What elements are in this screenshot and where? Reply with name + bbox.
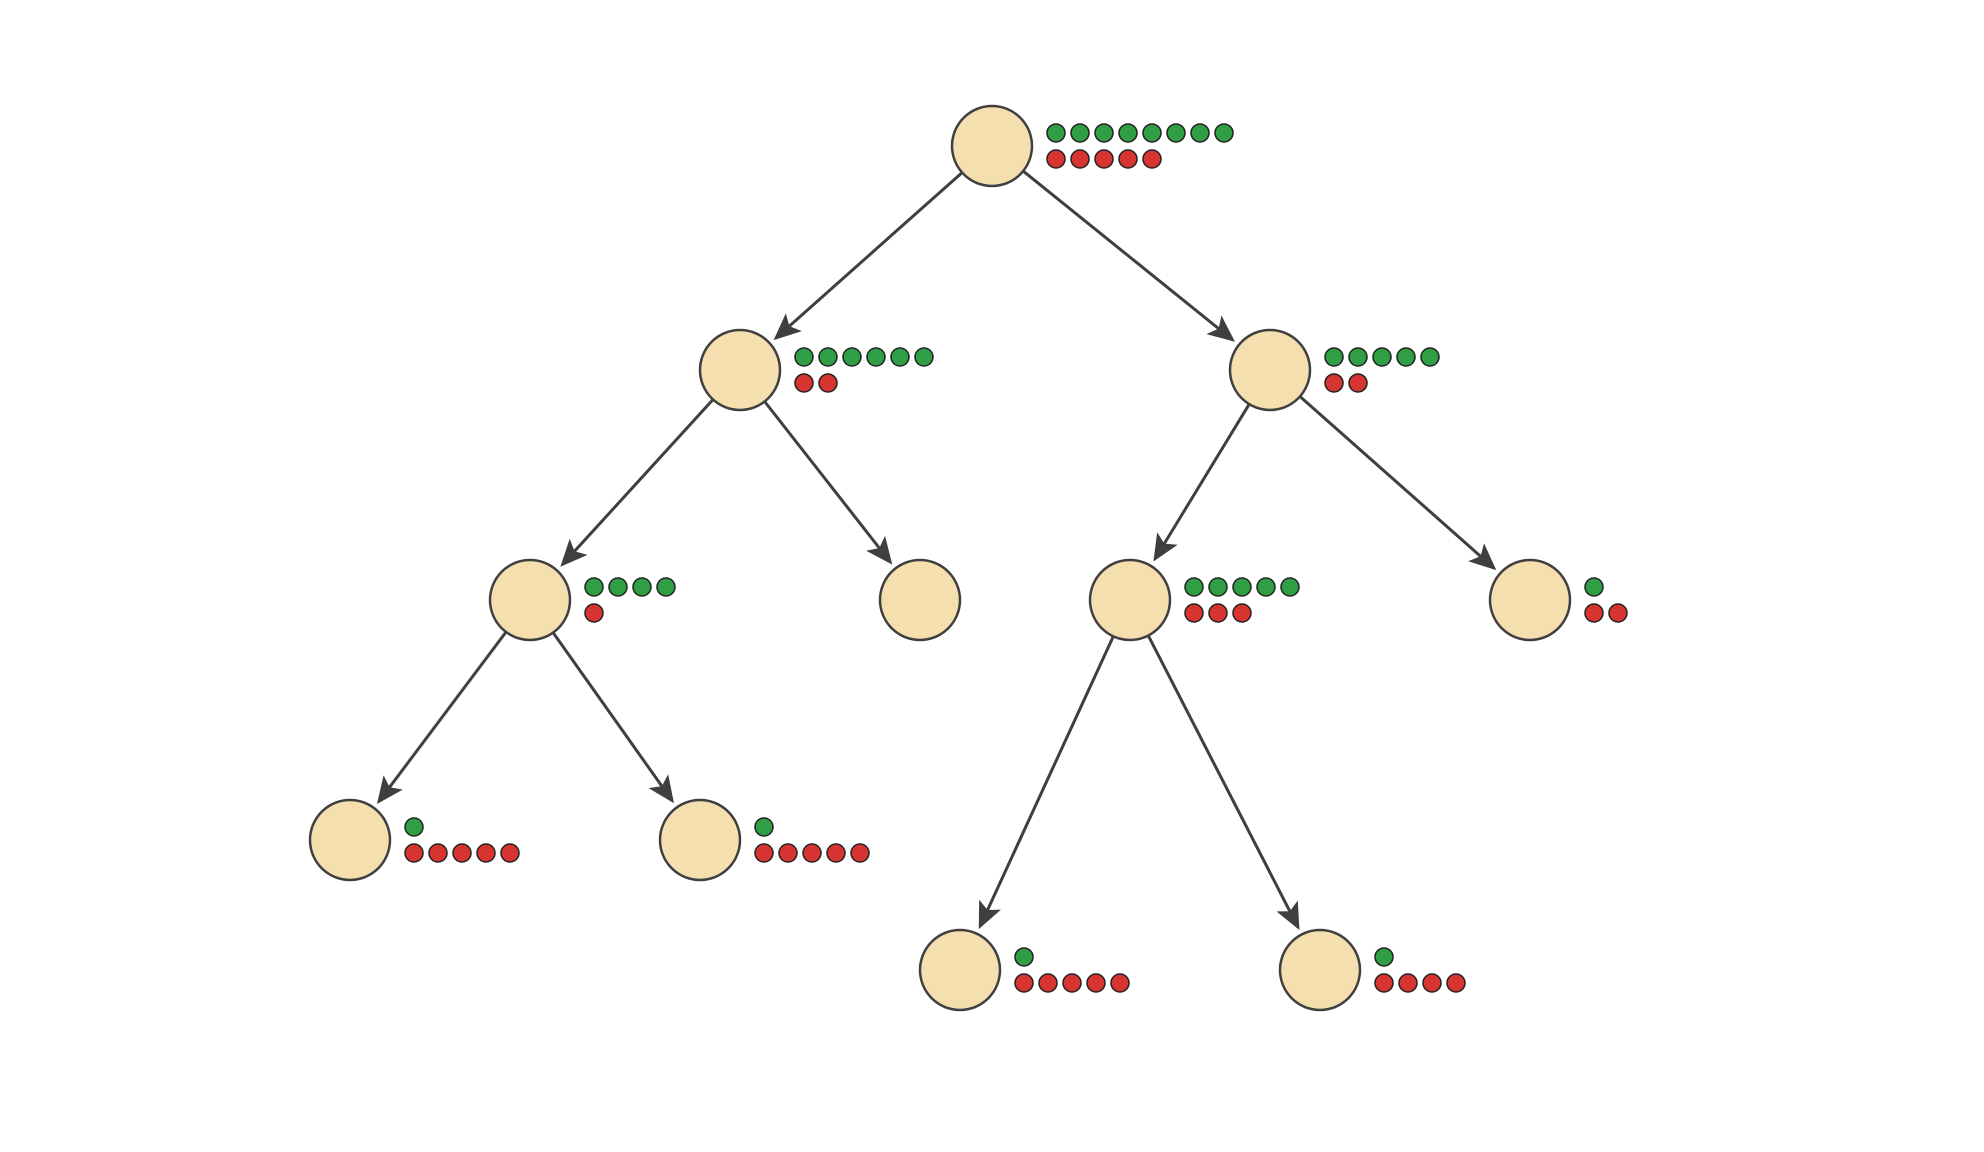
tree-edge <box>776 173 962 339</box>
red-dot <box>1375 974 1393 992</box>
red-dot <box>1609 604 1627 622</box>
red-dot <box>795 374 813 392</box>
red-dot <box>1143 150 1161 168</box>
tree-edge <box>553 633 672 801</box>
green-dot <box>657 578 675 596</box>
green-dot <box>1095 124 1113 142</box>
green-dot <box>795 348 813 366</box>
green-dot <box>1167 124 1185 142</box>
green-dot <box>1397 348 1415 366</box>
tree-node <box>952 106 1032 186</box>
red-dot <box>1233 604 1251 622</box>
red-dot <box>429 844 447 862</box>
edges-layer <box>379 171 1494 927</box>
red-dot <box>1047 150 1065 168</box>
green-dot <box>1233 578 1251 596</box>
green-dot <box>1185 578 1203 596</box>
green-dot <box>891 348 909 366</box>
green-dot <box>1421 348 1439 366</box>
tree-node <box>1090 560 1170 640</box>
tree-node <box>920 930 1000 1010</box>
red-dot <box>1111 974 1129 992</box>
green-dot <box>1349 348 1367 366</box>
red-dot <box>585 604 603 622</box>
green-dot <box>1373 348 1391 366</box>
tree-edge <box>562 400 713 565</box>
red-dot <box>1209 604 1227 622</box>
red-dot <box>1585 604 1603 622</box>
red-dot <box>851 844 869 862</box>
tree-edge <box>1300 397 1494 569</box>
green-dot <box>755 818 773 836</box>
red-dot <box>1447 974 1465 992</box>
red-dot <box>1119 150 1137 168</box>
green-dot <box>1375 948 1393 966</box>
tree-node <box>490 560 570 640</box>
red-dot <box>755 844 773 862</box>
green-dot <box>843 348 861 366</box>
red-dot <box>1087 974 1105 992</box>
green-dot <box>1215 124 1233 142</box>
green-dot <box>633 578 651 596</box>
green-dot <box>819 348 837 366</box>
red-dot <box>477 844 495 862</box>
red-dot <box>453 844 471 862</box>
tree-node <box>310 800 390 880</box>
tree-edge <box>1023 171 1232 340</box>
tree-edge <box>1155 404 1249 559</box>
red-dot <box>1349 374 1367 392</box>
nodes-layer <box>310 106 1570 1010</box>
green-dot <box>915 348 933 366</box>
dots-layer <box>405 124 1627 992</box>
green-dot <box>609 578 627 596</box>
green-dot <box>1585 578 1603 596</box>
red-dot <box>779 844 797 862</box>
red-dot <box>1071 150 1089 168</box>
red-dot <box>501 844 519 862</box>
red-dot <box>827 844 845 862</box>
green-dot <box>1281 578 1299 596</box>
green-dot <box>867 348 885 366</box>
green-dot <box>1015 948 1033 966</box>
green-dot <box>1047 124 1065 142</box>
green-dot <box>405 818 423 836</box>
red-dot <box>1399 974 1417 992</box>
tree-edge <box>1148 636 1298 928</box>
green-dot <box>585 578 603 596</box>
red-dot <box>819 374 837 392</box>
green-dot <box>1257 578 1275 596</box>
red-dot <box>1063 974 1081 992</box>
tree-node <box>700 330 780 410</box>
red-dot <box>1423 974 1441 992</box>
tree-edge <box>980 636 1113 926</box>
red-dot <box>803 844 821 862</box>
tree-node <box>1280 930 1360 1010</box>
red-dot <box>1325 374 1343 392</box>
red-dot <box>1039 974 1057 992</box>
red-dot <box>1185 604 1203 622</box>
tree-edge <box>379 632 506 802</box>
tree-diagram <box>0 0 1984 1152</box>
tree-edge <box>765 402 891 563</box>
green-dot <box>1071 124 1089 142</box>
tree-node <box>1230 330 1310 410</box>
green-dot <box>1143 124 1161 142</box>
red-dot <box>405 844 423 862</box>
red-dot <box>1015 974 1033 992</box>
tree-node <box>880 560 960 640</box>
red-dot <box>1095 150 1113 168</box>
tree-node <box>1490 560 1570 640</box>
green-dot <box>1191 124 1209 142</box>
tree-node <box>660 800 740 880</box>
green-dot <box>1209 578 1227 596</box>
green-dot <box>1119 124 1137 142</box>
green-dot <box>1325 348 1343 366</box>
